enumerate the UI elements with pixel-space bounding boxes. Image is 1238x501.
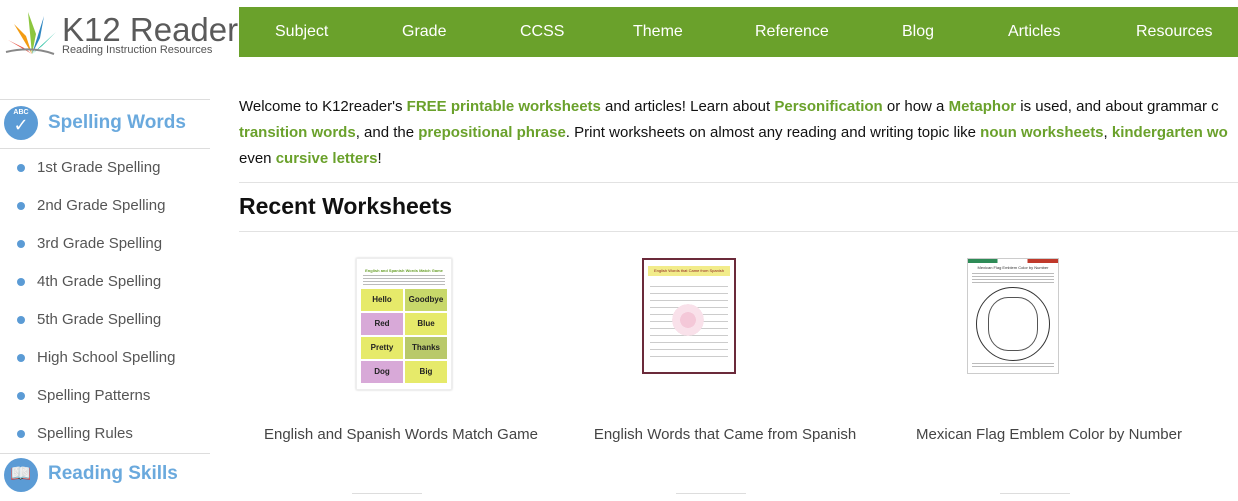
intro-text: even bbox=[239, 150, 276, 167]
link-metaphor[interactable]: Metaphor bbox=[949, 98, 1017, 115]
sidebar-section-title[interactable]: Spelling Words bbox=[48, 112, 186, 134]
link-kindergarten-worksheets[interactable]: kindergarten wo bbox=[1112, 124, 1228, 141]
intro-text: , and the bbox=[355, 124, 419, 141]
nav-ccss[interactable]: CCSS bbox=[520, 7, 564, 57]
recent-worksheets-heading: Recent Worksheets bbox=[239, 193, 453, 219]
bullet-icon bbox=[17, 278, 25, 286]
nav-resources[interactable]: Resources bbox=[1136, 7, 1212, 57]
sidebar-item-3rd-grade-spelling[interactable]: 3rd Grade Spelling bbox=[0, 225, 210, 263]
flag-stripe-icon bbox=[968, 259, 1058, 263]
sidebar-item-high-school-spelling[interactable]: High School Spelling bbox=[0, 339, 210, 377]
worksheet-card-match-game[interactable]: English and Spanish Words Match Game Hel… bbox=[236, 258, 566, 458]
sidebar-item-label[interactable]: Spelling Rules bbox=[37, 415, 133, 453]
eagle-icon bbox=[988, 297, 1038, 351]
spelling-words-list: 1st Grade Spelling 2nd Grade Spelling 3r… bbox=[0, 149, 210, 453]
sidebar-section-spelling-words[interactable]: ABC ✓ Spelling Words bbox=[0, 99, 210, 149]
sidebar-section-reading-skills[interactable]: 📖 Reading Skills bbox=[0, 453, 210, 500]
match-cell: Blue bbox=[405, 313, 447, 335]
sidebar-item-label[interactable]: 3rd Grade Spelling bbox=[37, 225, 162, 263]
match-cell: Red bbox=[361, 313, 403, 335]
worksheet-caption[interactable]: Mexican Flag Emblem Color by Number bbox=[884, 426, 1214, 443]
intro-text: and articles! Learn about bbox=[600, 98, 775, 115]
intro-text: . Print worksheets on almost any reading… bbox=[565, 124, 981, 141]
logo-leaves-icon bbox=[5, 12, 56, 55]
worksheet-card-words-from-spanish[interactable]: English Words that Came from Spanish Eng… bbox=[560, 258, 890, 458]
match-cell: Dog bbox=[361, 361, 403, 383]
sidebar-item-spelling-patterns[interactable]: Spelling Patterns bbox=[0, 377, 210, 415]
worksheet-thumbnail[interactable]: English and Spanish Words Match Game Hel… bbox=[356, 258, 452, 390]
site-logo[interactable]: K12 Reader Reading Instruction Resources bbox=[4, 6, 238, 62]
sidebar-item-label[interactable]: 2nd Grade Spelling bbox=[37, 187, 165, 225]
bullet-icon bbox=[17, 392, 25, 400]
sidebar-item-label[interactable]: 4th Grade Spelling bbox=[37, 263, 161, 301]
link-free-printable-worksheets[interactable]: FREE printable worksheets bbox=[407, 98, 601, 115]
link-noun-worksheets[interactable]: noun worksheets bbox=[980, 124, 1103, 141]
bullet-icon bbox=[17, 430, 25, 438]
abc-check-icon: ABC ✓ bbox=[4, 106, 38, 140]
link-personification[interactable]: Personification bbox=[774, 98, 882, 115]
intro-text: is used, and about grammar c bbox=[1016, 98, 1219, 115]
worksheet-caption[interactable]: English Words that Came from Spanish bbox=[560, 426, 890, 443]
book-icon: 📖 bbox=[4, 458, 38, 492]
bullet-icon bbox=[17, 240, 25, 248]
sidebar-item-label[interactable]: High School Spelling bbox=[37, 339, 175, 377]
intro-paragraph: Welcome to K12reader's FREE printable wo… bbox=[239, 94, 1238, 172]
worksheet-thumbnail[interactable]: English Words that Came from Spanish bbox=[642, 258, 736, 374]
sidebar-item-label[interactable]: 5th Grade Spelling bbox=[37, 301, 161, 339]
sidebar-item-spelling-rules[interactable]: Spelling Rules bbox=[0, 415, 210, 453]
worksheet-card-flag-emblem[interactable]: Mexican Flag Emblem Color by Number Mexi… bbox=[884, 258, 1214, 458]
bullet-icon bbox=[17, 354, 25, 362]
nav-reference[interactable]: Reference bbox=[755, 7, 829, 57]
logo-subtitle: Reading Instruction Resources bbox=[62, 44, 213, 56]
link-prepositional-phrase[interactable]: prepositional phrase bbox=[418, 124, 566, 141]
logo-title: K12 Reader bbox=[62, 11, 239, 48]
match-cell: Thanks bbox=[405, 337, 447, 359]
nav-subject[interactable]: Subject bbox=[275, 7, 328, 57]
divider bbox=[239, 182, 1238, 183]
match-cell: Big bbox=[405, 361, 447, 383]
intro-text: ! bbox=[377, 150, 382, 167]
sidebar: ABC ✓ Spelling Words 1st Grade Spelling … bbox=[0, 99, 210, 500]
thumbnail-text-lines bbox=[363, 275, 445, 285]
thumbnail-title: English and Spanish Words Match Game bbox=[365, 268, 443, 273]
flower-icon bbox=[672, 304, 704, 336]
main-nav: Subject Grade CCSS Theme Reference Blog … bbox=[239, 7, 1238, 57]
nav-grade[interactable]: Grade bbox=[402, 7, 446, 57]
bullet-icon bbox=[17, 202, 25, 210]
bullet-icon bbox=[17, 164, 25, 172]
checkmark-icon: ✓ bbox=[13, 115, 29, 135]
sidebar-item-1st-grade-spelling[interactable]: 1st Grade Spelling bbox=[0, 149, 210, 187]
match-cell: Goodbye bbox=[405, 289, 447, 311]
thumbnail-title: English Words that Came from Spanish bbox=[648, 266, 730, 276]
link-cursive-letters[interactable]: cursive letters bbox=[276, 150, 378, 167]
intro-text: Welcome to K12reader's bbox=[239, 98, 407, 115]
thumbnail-text-lines bbox=[972, 273, 1054, 283]
thumbnail-title: Mexican Flag Emblem Color by Number bbox=[977, 265, 1049, 270]
match-cell: Pretty bbox=[361, 337, 403, 359]
sidebar-item-2nd-grade-spelling[interactable]: 2nd Grade Spelling bbox=[0, 187, 210, 225]
nav-theme[interactable]: Theme bbox=[633, 7, 683, 57]
bullet-icon bbox=[17, 316, 25, 324]
sidebar-item-5th-grade-spelling[interactable]: 5th Grade Spelling bbox=[0, 301, 210, 339]
sidebar-item-4th-grade-spelling[interactable]: 4th Grade Spelling bbox=[0, 263, 210, 301]
divider bbox=[239, 231, 1238, 232]
intro-text: , bbox=[1103, 124, 1112, 141]
link-transition-words[interactable]: transition words bbox=[239, 124, 356, 141]
sidebar-item-label[interactable]: Spelling Patterns bbox=[37, 377, 150, 415]
match-cell: Hello bbox=[361, 289, 403, 311]
worksheet-caption[interactable]: English and Spanish Words Match Game bbox=[236, 426, 566, 443]
nav-blog[interactable]: Blog bbox=[902, 7, 934, 57]
intro-text: or how a bbox=[882, 98, 949, 115]
sidebar-section-title[interactable]: Reading Skills bbox=[48, 463, 178, 485]
worksheet-thumbnail[interactable]: Mexican Flag Emblem Color by Number bbox=[967, 258, 1059, 374]
nav-articles[interactable]: Articles bbox=[1008, 7, 1060, 57]
sidebar-item-label[interactable]: 1st Grade Spelling bbox=[37, 149, 160, 187]
thumbnail-text-lines bbox=[972, 363, 1054, 369]
